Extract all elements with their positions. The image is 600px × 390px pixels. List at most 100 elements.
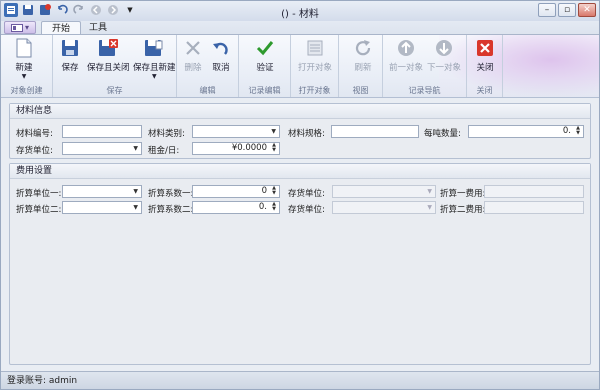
group-record-nav: 前一对象 下一对象 记录导航 — [383, 35, 467, 97]
group-edit: 删除 取消 编辑 — [177, 35, 239, 97]
save-close-disk-icon — [98, 38, 119, 58]
weight-qty-value: 0. — [562, 126, 571, 136]
material-category-label: 材料类别: — [148, 129, 185, 139]
material-spec-input[interactable] — [331, 125, 419, 138]
tab-start[interactable]: 开始 — [41, 21, 82, 35]
file-menu-button[interactable]: ▾ — [4, 21, 36, 34]
save-new-disk-icon — [144, 38, 164, 58]
cancel-label: 取消 — [212, 63, 230, 73]
weight-qty-label: 每吨数量: — [424, 129, 461, 139]
refresh-button[interactable]: 刷新 — [353, 38, 373, 73]
material-spec-label: 材料规格: — [288, 129, 325, 139]
chevron-down-icon: ▼ — [427, 204, 432, 211]
conv-factor2-label: 折算系数二: — [148, 205, 194, 215]
conv-factor1-label: 折算系数一: — [148, 189, 194, 199]
login-value: admin — [48, 376, 78, 386]
chevron-down-icon: ▼ — [133, 145, 138, 152]
spinner-icon[interactable]: ▲ ▼ — [270, 202, 278, 213]
close-button[interactable]: 关闭 — [475, 38, 495, 73]
chevron-down-icon: ▼ — [133, 204, 138, 211]
weight-qty-stepper[interactable]: 0. ▲ ▼ — [468, 125, 584, 138]
save-close-button[interactable]: 保存且关闭 — [87, 38, 130, 73]
prev-object-label: 前一对象 — [389, 63, 424, 73]
material-code-input[interactable] — [62, 125, 142, 138]
undo-arrow-icon — [211, 38, 231, 58]
save-label: 保存 — [61, 63, 79, 73]
delete-label: 删除 — [184, 63, 202, 73]
ribbon-tabs: ▾ 开始 工具 — [1, 21, 599, 35]
validate-button[interactable]: 验证 — [255, 38, 275, 73]
stock-unit1-label: 存货单位: — [288, 189, 325, 199]
close-label: 关闭 — [476, 63, 494, 73]
group-create: 新建 ▼ 对象创建 — [1, 35, 53, 97]
delete-button[interactable]: 删除 — [183, 38, 203, 73]
group-open-object: 打开对象 打开对象 — [291, 35, 339, 97]
group-title-view: 视图 — [352, 86, 369, 95]
conv-factor1-stepper[interactable]: 0 ▲ ▼ — [192, 185, 280, 198]
cancel-button[interactable]: 取消 — [211, 38, 231, 73]
conv-factor2-stepper[interactable]: 0. ▲ ▼ — [192, 201, 280, 214]
conv-cost2-input[interactable] — [484, 201, 584, 214]
spinner-icon[interactable]: ▲ ▼ — [574, 126, 582, 137]
open-object-button[interactable]: 打开对象 — [298, 38, 332, 73]
next-object-button[interactable]: 下一对象 — [427, 38, 461, 73]
stock-unit2-select[interactable]: ▼ — [332, 201, 436, 214]
conv-cost1-label: 折算一费用: — [440, 189, 486, 199]
conv-unit2-label: 折算单位二: — [16, 205, 62, 215]
tab-tools[interactable]: 工具 — [79, 21, 117, 35]
stock-unit1-select[interactable]: ▼ — [332, 185, 436, 198]
conv-unit1-label: 折算单位一: — [16, 189, 62, 199]
material-category-select[interactable]: ▼ — [192, 125, 280, 138]
stock-unit-label: 存货单位: — [16, 146, 53, 156]
save-button[interactable]: 保存 — [60, 38, 80, 73]
cost-settings-panel: 费用设置 折算单位一: ▼ 折算系数一: 0 ▲ ▼ 存货单位: ▼ 折算一费用:… — [9, 163, 591, 365]
prev-object-button[interactable]: 前一对象 — [389, 38, 423, 73]
open-object-label: 打开对象 — [298, 63, 333, 73]
restore-icon[interactable]: ▫ — [558, 3, 576, 17]
group-save: 保存 保存且关闭 保存且新建 ▼ 保存 — [53, 35, 177, 97]
delete-x-icon — [183, 38, 203, 58]
conv-cost2-label: 折算二费用: — [440, 205, 486, 215]
save-new-dropdown-icon: ▼ — [151, 73, 157, 80]
group-title-edit: 编辑 — [199, 86, 216, 95]
conv-unit2-select[interactable]: ▼ — [62, 201, 142, 214]
save-new-button[interactable]: 保存且新建 ▼ — [133, 38, 176, 80]
app-window: ▼ () - 材料 – ▫ ✕ ▾ 开始 工具 新建 ▼ 对象创建 保存 保存且… — [0, 0, 600, 390]
minimize-icon[interactable]: – — [538, 3, 556, 17]
group-close: 关闭 关闭 — [467, 35, 503, 97]
conv-cost1-input[interactable] — [484, 185, 584, 198]
spinner-icon[interactable]: ▲ ▼ — [270, 143, 278, 154]
spinner-icon[interactable]: ▲ ▼ — [270, 186, 278, 197]
chevron-down-icon: ▼ — [271, 128, 276, 135]
material-info-title: 材料信息 — [10, 104, 590, 119]
new-button[interactable]: 新建 ▼ — [14, 38, 34, 80]
new-document-icon — [14, 38, 34, 58]
new-dropdown-icon: ▼ — [21, 73, 27, 80]
group-title-save: 保存 — [106, 86, 123, 95]
title-bar: ▼ () - 材料 – ▫ ✕ — [1, 1, 599, 22]
rent-value: ¥0.0000 — [231, 143, 267, 153]
refresh-icon — [353, 38, 373, 58]
refresh-label: 刷新 — [354, 63, 372, 73]
chevron-down-icon: ▼ — [133, 188, 138, 195]
conv-factor2-value: 0. — [258, 202, 267, 212]
ribbon: 新建 ▼ 对象创建 保存 保存且关闭 保存且新建 ▼ 保存 删除 取消 编辑 验… — [1, 34, 599, 98]
stock-unit-select[interactable]: ▼ — [62, 142, 142, 155]
group-view: 刷新 视图 — [339, 35, 383, 97]
save-close-label: 保存且关闭 — [87, 63, 130, 73]
validate-label: 验证 — [256, 63, 274, 73]
close-window-icon[interactable]: ✕ — [578, 3, 596, 17]
group-title-record-nav: 记录导航 — [408, 86, 441, 95]
rent-stepper[interactable]: ¥0.0000 ▲ ▼ — [192, 142, 280, 155]
window-title: () - 材料 — [281, 9, 319, 20]
conv-factor1-value: 0 — [261, 186, 267, 196]
window-controls: – ▫ ✕ — [538, 3, 596, 17]
conv-unit1-select[interactable]: ▼ — [62, 185, 142, 198]
status-bar: 登录账号: admin — [1, 371, 599, 389]
check-icon — [255, 38, 275, 58]
group-title-open-object: 打开对象 — [298, 86, 331, 95]
save-disk-icon — [60, 38, 80, 58]
group-title-record-edit: 记录编辑 — [248, 86, 281, 95]
cost-settings-title: 费用设置 — [10, 164, 590, 179]
chevron-down-icon: ▼ — [427, 188, 432, 195]
